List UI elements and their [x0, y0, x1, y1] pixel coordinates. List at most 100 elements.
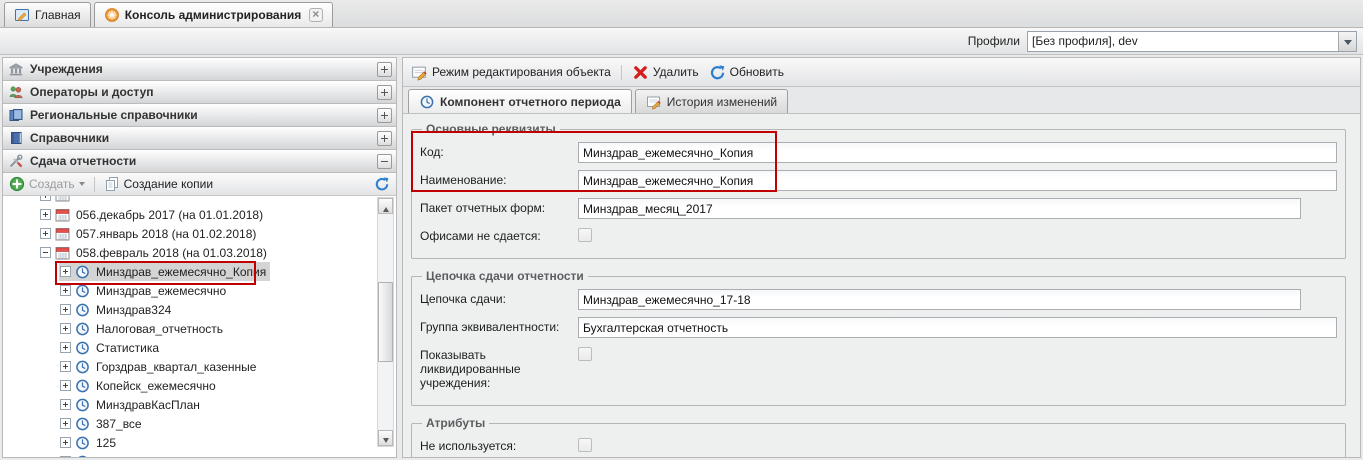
- edit-doc-icon: [646, 94, 662, 110]
- sidebar-item-operators[interactable]: Операторы и доступ: [3, 81, 397, 104]
- close-tab-icon[interactable]: [309, 7, 324, 22]
- edit-mode-button[interactable]: Режим редактирования объекта: [409, 63, 613, 82]
- orange-icon: [104, 7, 120, 23]
- field-equivalence-group: Группа эквивалентности:: [420, 317, 1337, 338]
- expander-icon[interactable]: [60, 285, 71, 296]
- tree-row[interactable]: Минздрав324: [3, 300, 396, 319]
- tree-row[interactable]: Минздрав_ежемесячно: [3, 281, 396, 300]
- expand-button[interactable]: [377, 84, 393, 100]
- expander-icon[interactable]: [40, 247, 51, 258]
- toolbar-separator: [620, 64, 622, 80]
- delete-button[interactable]: Удалить: [630, 63, 701, 82]
- tab-report-period-component[interactable]: Компонент отчетного периода: [408, 89, 632, 113]
- expander-icon[interactable]: [40, 209, 51, 220]
- main-content: Учреждения Операторы и доступ Региональн…: [0, 55, 1363, 460]
- create-copy-button[interactable]: Создание копии: [102, 175, 215, 193]
- tree-row[interactable]: Копейск_ежемесячно: [3, 376, 396, 395]
- expander-icon[interactable]: [40, 228, 51, 239]
- toolbar-separator: [93, 176, 95, 192]
- field-show-liquidated: Показывать ликвидированные учреждения:: [420, 345, 1337, 390]
- field-not-submitted-by-offices: Офисами не сдается:: [420, 226, 1337, 243]
- tab-home[interactable]: Главная: [4, 2, 91, 27]
- scroll-up-icon[interactable]: [378, 198, 394, 214]
- expander-icon[interactable]: [60, 342, 71, 353]
- calendar-icon: [54, 226, 71, 242]
- operators-icon: [8, 84, 24, 100]
- expand-button[interactable]: [377, 107, 393, 123]
- expander-icon[interactable]: [60, 380, 71, 391]
- chevron-down-icon: [78, 182, 85, 189]
- create-button[interactable]: Создать: [7, 175, 87, 193]
- report-periods-tree: 056.декабрь 2017 (на 01.01.2018) 057.янв…: [3, 196, 397, 457]
- tree-row[interactable]: 058.февраль 2018 (на 01.03.2018): [3, 243, 396, 262]
- clock-icon: [74, 340, 91, 356]
- sidebar-item-regional-dictionaries[interactable]: Региональные справочники: [3, 104, 397, 127]
- tree-row[interactable]: Статистика: [3, 338, 396, 357]
- book-icon: [8, 130, 24, 146]
- tree-row[interactable]: 057.январь 2018 (на 01.02.2018): [3, 224, 396, 243]
- scroll-down-icon[interactable]: [378, 430, 394, 446]
- tree-row[interactable]: Горздрав_квартал_казенные: [3, 357, 396, 376]
- refresh-button[interactable]: Обновить: [707, 63, 786, 82]
- sidebar-item-dictionaries[interactable]: Справочники: [3, 127, 397, 150]
- not-submitted-by-offices-checkbox[interactable]: [578, 228, 592, 242]
- detail-toolbar: Режим редактирования объекта Удалить Обн…: [403, 58, 1360, 87]
- tree-row-partial[interactable]: [3, 196, 396, 205]
- clock-icon: [74, 359, 91, 375]
- clock-icon: [74, 454, 91, 458]
- submission-chain-input[interactable]: [578, 289, 1301, 310]
- chevron-down-icon[interactable]: [1338, 31, 1356, 51]
- clock-icon: [74, 416, 91, 432]
- scrollbar-thumb[interactable]: [378, 282, 394, 362]
- expander-icon[interactable]: [60, 399, 71, 410]
- calendar-icon: [54, 245, 71, 261]
- copy-icon: [104, 176, 120, 192]
- field-submission-chain: Цепочка сдачи:: [420, 289, 1337, 310]
- collapse-button[interactable]: [377, 153, 393, 169]
- tree-row[interactable]: Налоговая_отчетность: [3, 319, 396, 338]
- navigation-panel: Учреждения Операторы и доступ Региональн…: [2, 57, 398, 458]
- clock-icon: [74, 435, 91, 451]
- edit-doc-icon: [411, 64, 428, 81]
- plus-circle-icon: [9, 176, 25, 192]
- expander-icon[interactable]: [60, 304, 71, 315]
- tree-toolbar: Создать Создание копии: [3, 173, 397, 196]
- expand-button[interactable]: [377, 130, 393, 146]
- field-not-used: Не используется:: [420, 436, 1337, 453]
- name-input[interactable]: [578, 170, 1337, 191]
- tree-row[interactable]: 387_все: [3, 414, 396, 433]
- expand-button[interactable]: [377, 61, 393, 77]
- field-name: Наименование:: [420, 170, 1337, 191]
- tree-row[interactable]: 056.декабрь 2017 (на 01.01.2018): [3, 205, 396, 224]
- profile-label: Профили: [967, 34, 1020, 48]
- report-forms-package-input[interactable]: [578, 198, 1301, 219]
- show-liquidated-checkbox[interactable]: [578, 347, 592, 361]
- tree-scrollbar[interactable]: [377, 197, 395, 447]
- not-used-checkbox[interactable]: [578, 438, 592, 452]
- tree-refresh-button[interactable]: [372, 175, 392, 193]
- component-form: Основные реквизиты Код: Наименование: Па…: [403, 114, 1360, 457]
- calendar-icon: [54, 207, 71, 223]
- sidebar-item-report-submission[interactable]: Сдача отчетности: [3, 150, 397, 173]
- fieldset-submission-chain: Цепочка сдачи отчетности Цепочка сдачи: …: [411, 269, 1346, 406]
- code-input[interactable]: [578, 142, 1337, 163]
- equivalence-group-input[interactable]: [578, 317, 1337, 338]
- tab-home-label: Главная: [35, 8, 81, 22]
- expander-icon[interactable]: [60, 266, 71, 277]
- calendar-icon: [54, 196, 71, 203]
- expander-icon[interactable]: [60, 361, 71, 372]
- expander-icon[interactable]: [40, 196, 51, 201]
- expander-icon[interactable]: [60, 418, 71, 429]
- profile-select[interactable]: [Без профиля], dev: [1027, 30, 1357, 52]
- tree-row[interactable]: МинздравКасПлан: [3, 395, 396, 414]
- sidebar-item-institutions[interactable]: Учреждения: [3, 58, 397, 81]
- tree-row[interactable]: 125: [3, 433, 396, 452]
- expander-icon[interactable]: [60, 323, 71, 334]
- tab-admin-console[interactable]: Консоль администрирования: [93, 2, 334, 27]
- expander-icon[interactable]: [60, 437, 71, 448]
- delete-x-icon: [632, 64, 649, 81]
- tree-row[interactable]: 178: [3, 452, 396, 457]
- tree-row-selected[interactable]: Минздрав_ежемесячно_Копия: [3, 262, 396, 281]
- expander-icon[interactable]: [60, 456, 71, 457]
- tab-change-history[interactable]: История изменений: [634, 89, 789, 113]
